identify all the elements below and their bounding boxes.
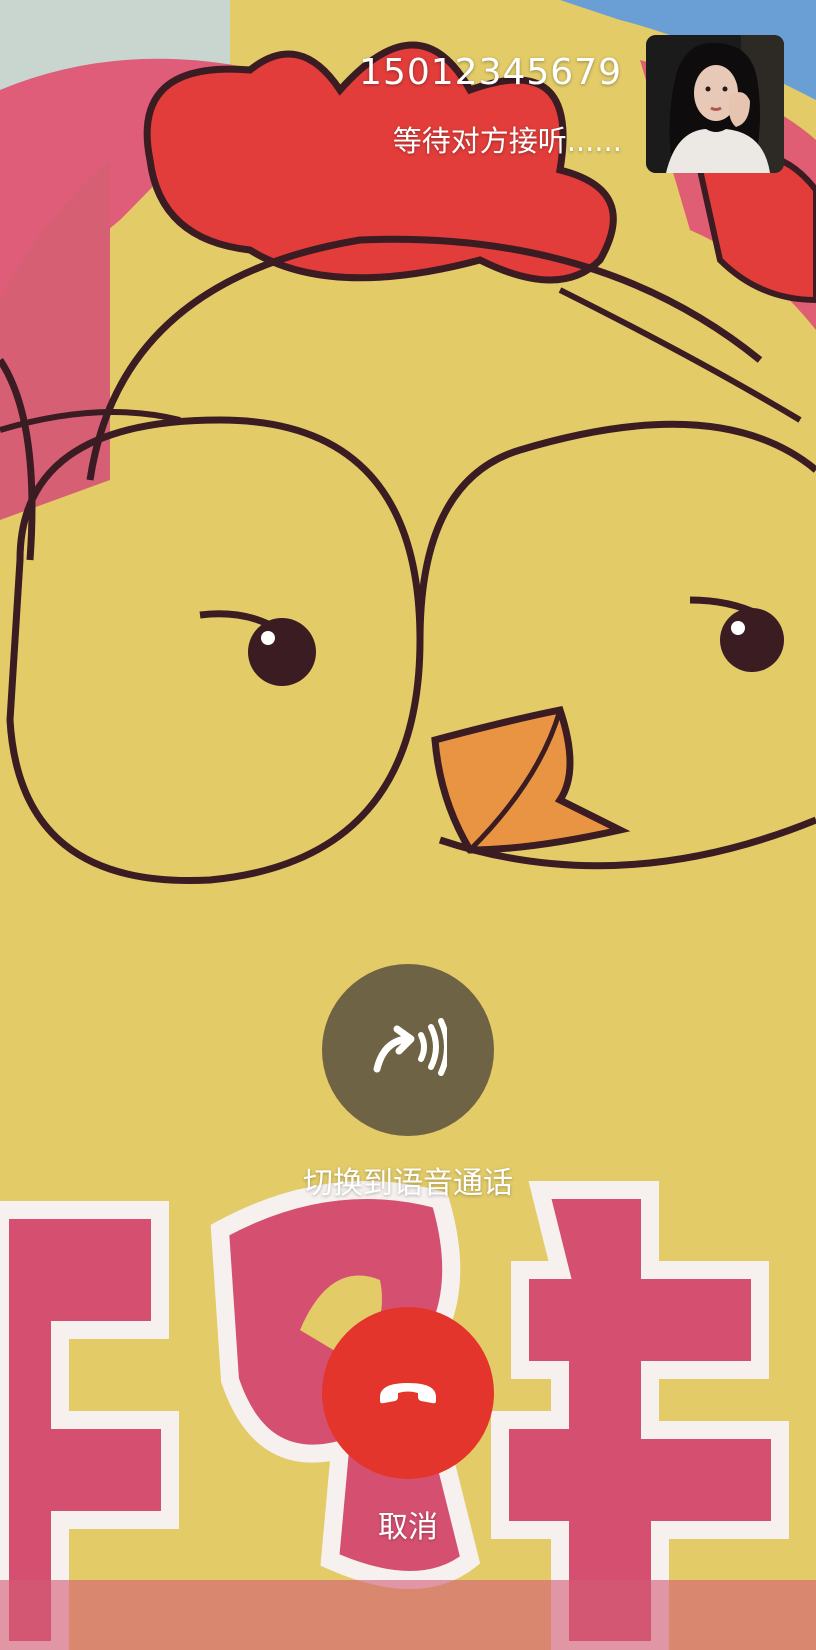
switch-to-voice-button[interactable]	[322, 964, 494, 1136]
remote-video-thumbnail[interactable]	[646, 35, 784, 173]
caller-number: 15012345679	[359, 52, 622, 93]
cancel-call-label: 取消	[378, 1510, 438, 1545]
cancel-call-button[interactable]	[322, 1307, 494, 1479]
switch-to-voice-label: 切换到语音通话	[303, 1166, 513, 1201]
voice-call-switch-icon	[369, 1017, 450, 1083]
hang-up-icon	[376, 1375, 440, 1411]
call-status-text: 等待对方接听......	[392, 124, 622, 158]
